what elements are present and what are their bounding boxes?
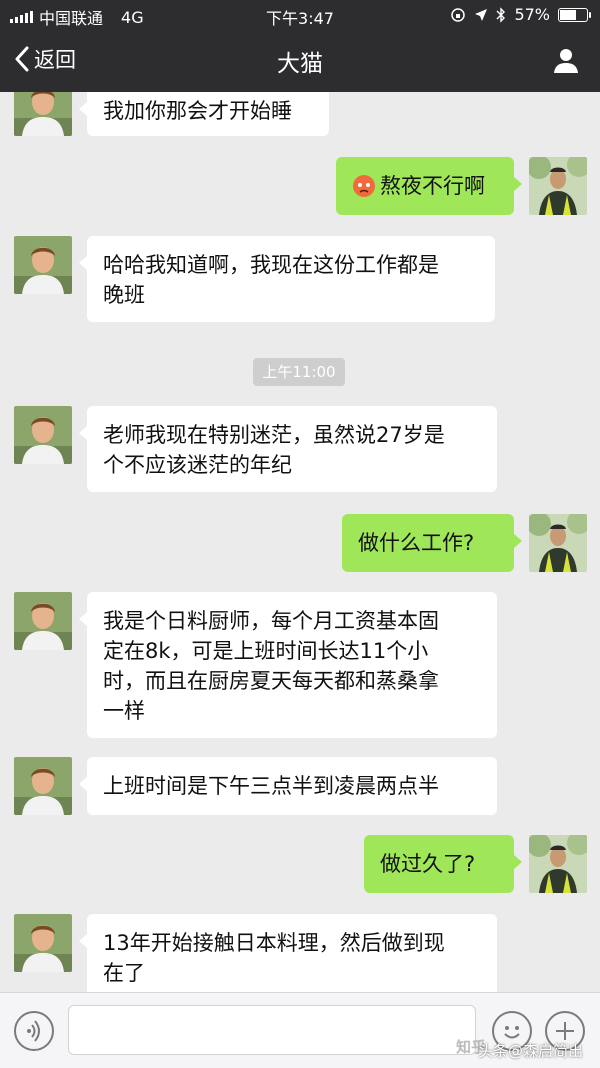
message-bubble[interactable]: 上班时间是下午三点半到凌晨两点半 (79, 757, 497, 815)
avatar[interactable] (14, 236, 72, 294)
bluetooth-icon (496, 6, 506, 23)
avatar[interactable] (14, 757, 72, 815)
message-bubble[interactable]: 我是个日料厨师，每个月工资基本固 定在8k，可是上班时间长达11个小 时，而且在… (79, 592, 497, 738)
status-bar: 中国联通 4G 下午3:47 57% (0, 0, 600, 30)
message-bubble[interactable]: 哈哈我知道啊，我现在这份工作都是 晚班 (79, 236, 495, 322)
avatar[interactable] (529, 514, 587, 572)
message-bubble[interactable]: 做什么工作? (342, 514, 522, 572)
location-icon (475, 8, 488, 21)
angry-emoji-icon (353, 175, 375, 197)
message-bubble[interactable]: 我加你那会才开始睡 (79, 92, 329, 136)
profile-button[interactable] (552, 46, 580, 78)
top-bar: 中国联通 4G 下午3:47 57% 返回 大猫 (0, 0, 600, 92)
navigation-bar: 返回 大猫 (0, 30, 600, 92)
avatar[interactable] (14, 92, 72, 136)
message-bubble[interactable]: 熬夜不行啊 (336, 157, 522, 215)
avatar[interactable] (529, 157, 587, 215)
voice-icon (27, 1020, 40, 1042)
voice-button[interactable] (14, 1011, 54, 1051)
message-bubble[interactable]: 13年开始接触日本料理，然后做到现 在了 (79, 914, 497, 992)
message-list[interactable]: 我加你那会才开始睡 熬夜不行啊 哈哈我知道啊，我现在这份工作都是 晚班 上午11… (0, 92, 600, 992)
avatar[interactable] (529, 835, 587, 893)
timestamp-divider: 上午11:00 (253, 358, 345, 386)
message-bubble[interactable]: 老师我现在特别迷茫，虽然说27岁是 个不应该迷茫的年纪 (79, 406, 497, 492)
person-icon (554, 49, 578, 73)
message-input[interactable] (68, 1005, 476, 1055)
message-bubble[interactable]: 做过久了? (364, 835, 522, 893)
avatar[interactable] (14, 914, 72, 972)
chat-title: 大猫 (277, 51, 323, 77)
avatar[interactable] (14, 406, 72, 464)
battery-percent: 57% (514, 5, 550, 24)
avatar[interactable] (14, 592, 72, 650)
rotation-lock-icon (451, 7, 466, 22)
battery-icon (558, 7, 591, 22)
watermark-source: 头条@森启简出 (478, 1042, 584, 1060)
